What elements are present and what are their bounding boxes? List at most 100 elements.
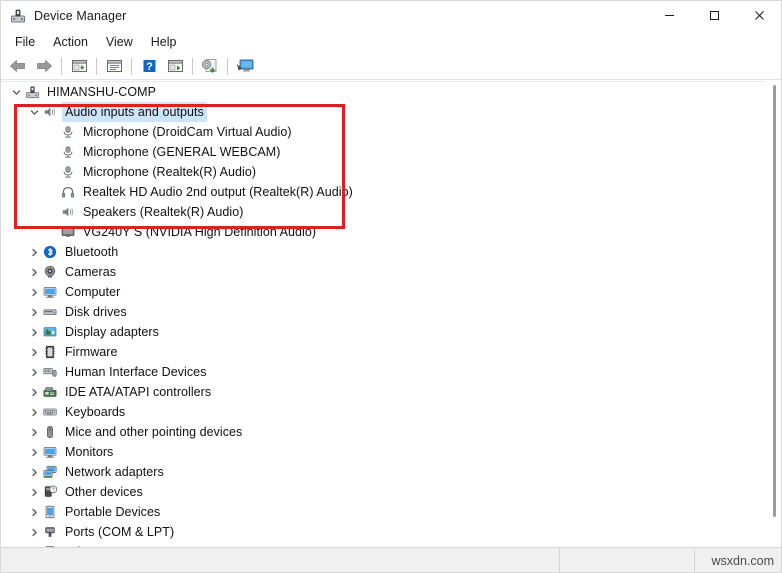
tree-node-audio-inputs-and-outputs[interactable]: Audio inputs and outputs bbox=[0, 102, 760, 122]
tree-root-node[interactable]: HIMANSHU-COMP bbox=[0, 82, 760, 102]
close-button[interactable] bbox=[737, 0, 782, 31]
tree-leaf-label: Speakers (Realtek(R) Audio) bbox=[83, 205, 244, 219]
tree-node-ports-com-lpt[interactable]: Ports (COM & LPT) bbox=[0, 522, 760, 542]
tree-node-portable-devices[interactable]: Portable Devices bbox=[0, 502, 760, 522]
chevron-down-icon[interactable] bbox=[26, 102, 42, 122]
tree-node-human-interface-devices[interactable]: Human Interface Devices bbox=[0, 362, 760, 382]
toolbar-separator bbox=[192, 57, 193, 75]
menu-view[interactable]: View bbox=[97, 33, 142, 51]
tree-node-label: Mice and other pointing devices bbox=[65, 425, 243, 439]
menu-bar: File Action View Help bbox=[0, 31, 782, 53]
tree-node-disk-drives[interactable]: Disk drives bbox=[0, 302, 760, 322]
device-manager-window: Device Manager File Action View Help ? H… bbox=[0, 0, 782, 573]
watermark-text: wsxdn.com bbox=[711, 553, 774, 568]
chevron-right-icon[interactable] bbox=[26, 282, 42, 302]
tree-node-bluetooth[interactable]: Bluetooth bbox=[0, 242, 760, 262]
chevron-right-icon[interactable] bbox=[26, 262, 42, 282]
chevron-right-icon[interactable] bbox=[26, 442, 42, 462]
tree-node-label: Monitors bbox=[65, 445, 114, 459]
update-driver-icon[interactable] bbox=[162, 55, 188, 77]
tree-leaf-vg240y-nvidia-audio[interactable]: VG240Y S (NVIDIA High Definition Audio) bbox=[0, 222, 760, 242]
title-bar: Device Manager bbox=[0, 0, 782, 32]
tree-node-label: Disk drives bbox=[65, 305, 127, 319]
show-hide-console-tree-icon[interactable] bbox=[66, 55, 92, 77]
device-tree-pane[interactable]: HIMANSHU-COMP Audio inputs and outputs M… bbox=[0, 81, 782, 548]
tree-node-label: Firmware bbox=[65, 345, 118, 359]
tree-node-label: Keyboards bbox=[65, 405, 126, 419]
microphone-icon bbox=[60, 124, 76, 140]
network-adapter-icon bbox=[42, 464, 58, 480]
device-tree: HIMANSHU-COMP Audio inputs and outputs M… bbox=[0, 82, 760, 548]
chevron-right-icon[interactable] bbox=[26, 402, 42, 422]
tree-leaf-microphone-realtek[interactable]: Microphone (Realtek(R) Audio) bbox=[0, 162, 760, 182]
tree-leaf-realtek-hd-audio-2nd-output[interactable]: Realtek HD Audio 2nd output (Realtek(R) … bbox=[0, 182, 760, 202]
forward-arrow-icon[interactable] bbox=[31, 55, 57, 77]
tree-node-computer[interactable]: Computer bbox=[0, 282, 760, 302]
menu-file[interactable]: File bbox=[6, 33, 44, 51]
keyboard-icon bbox=[42, 404, 58, 420]
properties-icon[interactable] bbox=[101, 55, 127, 77]
toolbar-separator bbox=[61, 57, 62, 75]
minimize-button[interactable] bbox=[647, 0, 692, 31]
chevron-right-icon[interactable] bbox=[26, 462, 42, 482]
tree-node-label: Other devices bbox=[65, 485, 143, 499]
status-cell-primary bbox=[0, 547, 560, 573]
menu-action[interactable]: Action bbox=[44, 33, 97, 51]
vertical-scrollbar[interactable] bbox=[766, 81, 782, 547]
tree-node-label: Network adapters bbox=[65, 465, 164, 479]
chevron-right-icon[interactable] bbox=[26, 382, 42, 402]
chevron-right-icon[interactable] bbox=[26, 502, 42, 522]
tree-node-cameras[interactable]: Cameras bbox=[0, 262, 760, 282]
chevron-right-icon[interactable] bbox=[26, 242, 42, 262]
scrollbar-thumb[interactable] bbox=[773, 85, 776, 517]
chevron-right-icon[interactable] bbox=[26, 482, 42, 502]
tree-node-label: Human Interface Devices bbox=[65, 365, 207, 379]
tree-leaf-label: Microphone (GENERAL WEBCAM) bbox=[83, 145, 281, 159]
back-arrow-icon[interactable] bbox=[5, 55, 31, 77]
tree-node-keyboards[interactable]: Keyboards bbox=[0, 402, 760, 422]
tree-node-firmware[interactable]: Firmware bbox=[0, 342, 760, 362]
tree-leaf-label: Microphone (Realtek(R) Audio) bbox=[83, 165, 257, 179]
tree-node-network-adapters[interactable]: Network adapters bbox=[0, 462, 760, 482]
toolbar: ? bbox=[0, 53, 782, 80]
chevron-right-icon[interactable] bbox=[26, 362, 42, 382]
chevron-right-icon[interactable] bbox=[26, 322, 42, 342]
chevron-down-icon[interactable] bbox=[8, 82, 24, 102]
tree-node-label: Bluetooth bbox=[65, 245, 119, 259]
tree-leaf-label: Realtek HD Audio 2nd output (Realtek(R) … bbox=[83, 185, 353, 199]
status-cell-watermark: wsxdn.com bbox=[695, 548, 782, 573]
window-controls bbox=[647, 0, 782, 31]
tree-node-mice-and-other-pointing-devices[interactable]: Mice and other pointing devices bbox=[0, 422, 760, 442]
tree-leaf-microphone-general-webcam[interactable]: Microphone (GENERAL WEBCAM) bbox=[0, 142, 760, 162]
ide-controller-icon bbox=[42, 384, 58, 400]
tree-node-display-adapters[interactable]: Display adapters bbox=[0, 322, 760, 342]
tree-node-label: IDE ATA/ATAPI controllers bbox=[65, 385, 212, 399]
tree-node-label: Cameras bbox=[65, 265, 117, 279]
microphone-icon bbox=[60, 144, 76, 160]
chevron-right-icon[interactable] bbox=[26, 522, 42, 542]
menu-help[interactable]: Help bbox=[142, 33, 186, 51]
tree-node-label: Ports (COM & LPT) bbox=[65, 525, 175, 539]
port-icon bbox=[42, 524, 58, 540]
chevron-right-icon[interactable] bbox=[26, 342, 42, 362]
uninstall-device-icon[interactable] bbox=[197, 55, 223, 77]
maximize-button[interactable] bbox=[692, 0, 737, 31]
tree-root-label: HIMANSHU-COMP bbox=[47, 85, 156, 99]
svg-text:?: ? bbox=[146, 61, 153, 73]
scan-hardware-changes-icon[interactable] bbox=[232, 55, 258, 77]
speaker-icon bbox=[42, 104, 58, 120]
status-cell-secondary bbox=[560, 547, 695, 573]
tree-leaf-speakers-realtek[interactable]: Speakers (Realtek(R) Audio) bbox=[0, 202, 760, 222]
chevron-right-icon[interactable] bbox=[26, 302, 42, 322]
toolbar-separator bbox=[227, 57, 228, 75]
tree-node-monitors[interactable]: Monitors bbox=[0, 442, 760, 462]
help-icon[interactable]: ? bbox=[136, 55, 162, 77]
chevron-right-icon[interactable] bbox=[26, 422, 42, 442]
status-bar: wsxdn.com bbox=[0, 547, 782, 573]
tree-node-label: Portable Devices bbox=[65, 505, 161, 519]
tree-node-ide-ata-atapi-controllers[interactable]: IDE ATA/ATAPI controllers bbox=[0, 382, 760, 402]
firmware-icon bbox=[42, 344, 58, 360]
tree-leaf-microphone-droidcam[interactable]: Microphone (DroidCam Virtual Audio) bbox=[0, 122, 760, 142]
computer-node-icon bbox=[24, 84, 40, 100]
tree-node-other-devices[interactable]: ? Other devices bbox=[0, 482, 760, 502]
